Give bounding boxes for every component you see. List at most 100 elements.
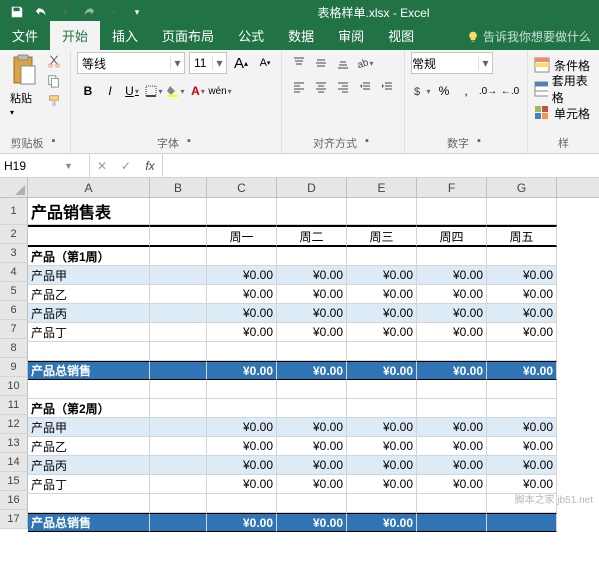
cell[interactable]: 产品丁 — [28, 323, 150, 342]
cell[interactable]: ¥0.00 — [207, 266, 277, 285]
cell[interactable]: ¥0.00 — [347, 475, 417, 494]
cut-button[interactable] — [44, 52, 64, 70]
cell[interactable] — [207, 198, 277, 225]
cell[interactable]: ¥0.00 — [417, 285, 487, 304]
cell[interactable]: ¥0.00 — [207, 437, 277, 456]
cell[interactable]: ¥0.00 — [347, 513, 417, 532]
cell[interactable] — [417, 247, 487, 266]
cell[interactable] — [347, 399, 417, 418]
cell[interactable] — [207, 494, 277, 513]
cell[interactable]: ¥0.00 — [347, 323, 417, 342]
cell[interactable]: 周二 — [277, 225, 347, 247]
row-header[interactable]: 5 — [0, 282, 28, 301]
align-top-button[interactable] — [288, 52, 310, 74]
number-format-combo[interactable]: 常规▾ — [411, 52, 493, 74]
cell[interactable] — [150, 198, 207, 225]
worksheet-grid[interactable]: A B C D E F G 1234567891011121314151617 … — [0, 178, 599, 532]
cell[interactable]: ¥0.00 — [277, 304, 347, 323]
cell[interactable] — [28, 380, 150, 399]
redo-icon[interactable] — [78, 2, 100, 22]
row-header[interactable]: 8 — [0, 339, 28, 358]
increase-decimal-button[interactable]: .0→ — [477, 80, 499, 102]
tab-data[interactable]: 数据 — [276, 21, 326, 50]
cell[interactable]: ¥0.00 — [347, 418, 417, 437]
cell[interactable] — [417, 380, 487, 399]
cell[interactable]: 周五 — [487, 225, 557, 247]
cell[interactable]: ¥0.00 — [277, 437, 347, 456]
cell[interactable] — [150, 361, 207, 380]
chevron-down-icon[interactable]: ▾ — [170, 56, 184, 70]
tell-me[interactable]: 告诉我你想要做什么 — [459, 23, 599, 50]
cell[interactable] — [417, 513, 487, 532]
cell[interactable] — [150, 266, 207, 285]
cell[interactable]: 产品丙 — [28, 456, 150, 475]
cell[interactable] — [487, 198, 557, 225]
tab-review[interactable]: 审阅 — [326, 21, 376, 50]
cell[interactable]: ¥0.00 — [347, 361, 417, 380]
cell[interactable] — [207, 342, 277, 361]
cell[interactable] — [150, 304, 207, 323]
cell[interactable]: ¥0.00 — [487, 266, 557, 285]
cell[interactable]: 产品（第1周） — [28, 247, 150, 266]
cell[interactable]: ¥0.00 — [417, 266, 487, 285]
cell[interactable]: 周三 — [347, 225, 417, 247]
cell[interactable]: ¥0.00 — [277, 361, 347, 380]
tab-file[interactable]: 文件 — [0, 21, 50, 50]
cell[interactable] — [277, 494, 347, 513]
row-header[interactable]: 1 — [0, 198, 28, 225]
row-header[interactable]: 9 — [0, 358, 28, 377]
row-header[interactable]: 13 — [0, 434, 28, 453]
cell[interactable] — [150, 437, 207, 456]
cell[interactable]: ¥0.00 — [417, 418, 487, 437]
cell[interactable]: 产品丁 — [28, 475, 150, 494]
tab-page-layout[interactable]: 页面布局 — [150, 21, 226, 50]
cell[interactable]: 产品乙 — [28, 285, 150, 304]
currency-button[interactable]: $ — [411, 80, 433, 102]
paste-button[interactable]: 粘贴 ▾ — [6, 52, 42, 120]
col-header[interactable]: E — [347, 178, 417, 197]
decrease-indent-button[interactable] — [354, 76, 376, 98]
cell[interactable] — [28, 494, 150, 513]
row-header[interactable]: 4 — [0, 263, 28, 282]
cell[interactable]: 产品总销售 — [28, 513, 150, 532]
cell[interactable]: ¥0.00 — [417, 323, 487, 342]
row-header[interactable]: 7 — [0, 320, 28, 339]
row-header[interactable]: 14 — [0, 453, 28, 472]
cell[interactable] — [347, 342, 417, 361]
cell[interactable] — [150, 323, 207, 342]
cell[interactable]: ¥0.00 — [277, 266, 347, 285]
tab-home[interactable]: 开始 — [50, 21, 100, 50]
border-button[interactable] — [143, 80, 165, 102]
cell[interactable]: ¥0.00 — [277, 285, 347, 304]
cell[interactable] — [207, 247, 277, 266]
cell[interactable]: ¥0.00 — [347, 456, 417, 475]
undo-dropdown-icon[interactable] — [54, 2, 76, 22]
bold-button[interactable]: B — [77, 80, 99, 102]
cell[interactable] — [150, 418, 207, 437]
cell[interactable]: ¥0.00 — [277, 418, 347, 437]
fill-color-button[interactable] — [165, 80, 187, 102]
align-center-button[interactable] — [310, 76, 332, 98]
cell[interactable]: ¥0.00 — [207, 361, 277, 380]
cell[interactable]: ¥0.00 — [487, 437, 557, 456]
cell[interactable] — [347, 494, 417, 513]
cell[interactable]: ¥0.00 — [487, 304, 557, 323]
font-dialog-launcher[interactable]: ▪ — [183, 135, 195, 147]
cell[interactable] — [150, 225, 207, 247]
cell[interactable]: 产品销售表 — [28, 198, 150, 225]
cell[interactable] — [487, 342, 557, 361]
cell[interactable]: ¥0.00 — [347, 266, 417, 285]
italic-button[interactable]: I — [99, 80, 121, 102]
comma-button[interactable]: , — [455, 80, 477, 102]
save-icon[interactable] — [6, 2, 28, 22]
clipboard-dialog-launcher[interactable]: ▪ — [48, 135, 60, 147]
orientation-button[interactable]: ab — [354, 52, 376, 74]
cell[interactable]: ¥0.00 — [417, 456, 487, 475]
shrink-font-button[interactable]: A▾ — [255, 52, 275, 74]
cell[interactable]: 产品甲 — [28, 266, 150, 285]
align-right-button[interactable] — [332, 76, 354, 98]
cell[interactable]: ¥0.00 — [277, 513, 347, 532]
row-header[interactable]: 6 — [0, 301, 28, 320]
cell[interactable] — [347, 380, 417, 399]
format-painter-button[interactable] — [44, 92, 64, 110]
